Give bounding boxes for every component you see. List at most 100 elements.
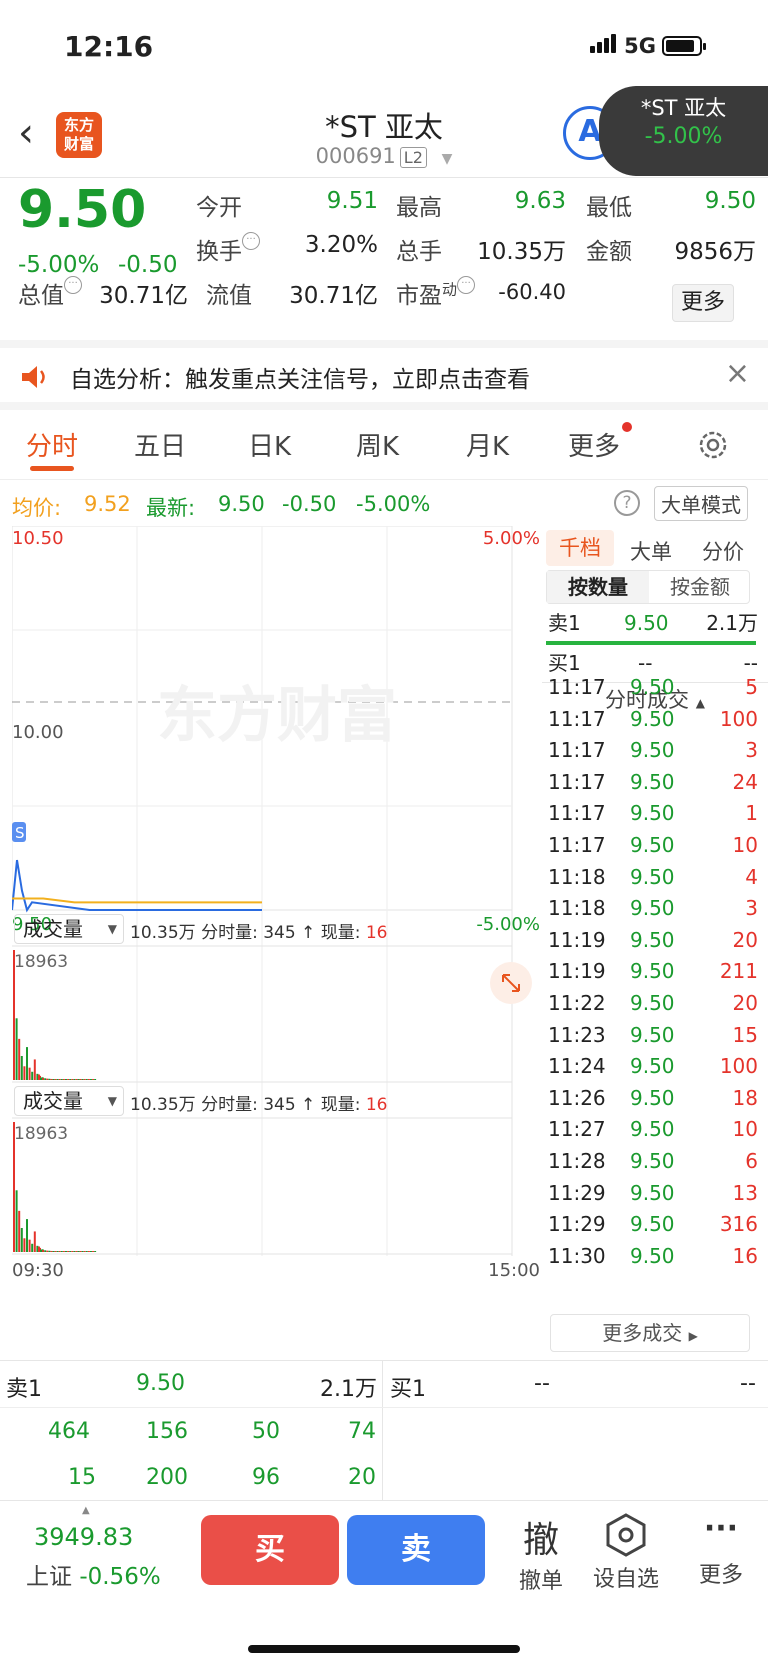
tick-price: 9.50: [630, 896, 675, 921]
volume-bar: [20, 1056, 23, 1080]
low-value: 9.50: [704, 188, 756, 214]
current-price: 9.50: [18, 180, 147, 240]
tick-time: 11:26: [548, 1085, 606, 1110]
volume-bar: [46, 1250, 49, 1252]
volume-bar: [46, 1078, 49, 1080]
volume-bar: [89, 1251, 92, 1252]
divider: [0, 1407, 768, 1408]
tick-price: 9.50: [630, 1117, 675, 1142]
volume-bar: [77, 1251, 80, 1252]
tick-time: 11:23: [548, 1022, 606, 1047]
tick-time: 11:17: [548, 738, 606, 763]
tick-price: 9.50: [630, 832, 675, 857]
index-row[interactable]: 上证 -0.56%: [26, 1557, 161, 1591]
tick-volume: 100: [719, 1054, 758, 1079]
volume-bar: [20, 1228, 23, 1252]
index-value[interactable]: 3949.83: [34, 1523, 133, 1551]
volume-bar: [50, 1078, 53, 1080]
volume-bar: [23, 1066, 26, 1080]
depth-bid-label: 买1: [390, 1377, 426, 1402]
volume-bar: [87, 1079, 90, 1080]
volume-bar: [92, 1079, 95, 1080]
tick-row: 11:17 9.50 1: [548, 798, 760, 830]
tick-price: 9.50: [630, 1054, 675, 1079]
volume-bar: [69, 1079, 72, 1080]
tick-volume: 20: [732, 927, 758, 952]
more-button[interactable]: ··· 更多: [686, 1511, 756, 1589]
tick-volume: 316: [719, 1212, 758, 1237]
tick-price: 9.50: [630, 990, 675, 1015]
float-stock-pct: -5.00%: [644, 124, 723, 149]
close-icon[interactable]: ×: [725, 356, 750, 391]
turnover-value: 3.20%: [304, 232, 378, 258]
cancel-order-button[interactable]: 撤 撤单: [506, 1511, 576, 1595]
notice-bar[interactable]: 自选分析：触发重点关注信号，立即点击查看 ×: [0, 340, 768, 410]
tick-volume: 18: [732, 1085, 758, 1110]
help-icon[interactable]: ?: [614, 490, 640, 516]
battery-icon: [662, 36, 706, 56]
big-order-mode-button[interactable]: 大单模式: [654, 486, 748, 521]
sort-by-amount[interactable]: 按金额: [649, 571, 751, 603]
tab-more[interactable]: 更多: [568, 422, 633, 463]
volume-bar: [71, 1079, 74, 1080]
volume-bar: [58, 1079, 61, 1080]
indicator-select-1[interactable]: 成交量 ▼: [14, 914, 124, 944]
turnover-label: 换手 ···: [196, 232, 260, 266]
info-icon[interactable]: ···: [457, 276, 476, 294]
floating-quote[interactable]: *ST 亚太 -5.00%: [599, 86, 768, 176]
tick-time: 11:18: [548, 864, 606, 889]
volume-bar: [81, 1251, 84, 1252]
mktcap-value: 30.71亿: [99, 283, 188, 309]
more-quote-button[interactable]: 更多: [672, 284, 734, 322]
caret-up-icon: ▲: [82, 1505, 90, 1516]
tab-intraday[interactable]: 分时: [26, 426, 78, 463]
volume-bar: [15, 1190, 18, 1252]
more-ticks-button[interactable]: 更多成交 ▶: [550, 1314, 750, 1352]
tick-row: 11:29 9.50 316: [548, 1209, 760, 1241]
indicator-select-2[interactable]: 成交量 ▼: [14, 1086, 124, 1116]
tab-thousand-level[interactable]: 千档: [546, 530, 614, 566]
open-label: 今开: [196, 195, 242, 221]
volume-bar: [44, 1078, 47, 1080]
intraday-chart[interactable]: 东方财富 10.50 5.00% 10.00 9.50 -5.00% S 09:…: [11, 525, 542, 1360]
tab-daily-k[interactable]: 日K: [248, 426, 291, 463]
tick-time: 11:19: [548, 959, 606, 984]
hexagon-icon: [606, 1513, 646, 1557]
sell-button[interactable]: 卖: [347, 1515, 485, 1585]
more-dots-icon: ···: [703, 1511, 739, 1546]
tick-price: 9.50: [630, 1243, 675, 1268]
pe-label: 市盈动 ···: [396, 276, 476, 310]
order-qty: 50: [252, 1419, 280, 1444]
order-qty: 200: [146, 1465, 188, 1490]
status-time: 12:16: [64, 30, 154, 63]
order-qty: 156: [146, 1419, 188, 1444]
volume-bar: [31, 1071, 34, 1080]
tick-time: 11:29: [548, 1212, 606, 1237]
tab-monthly-k[interactable]: 月K: [466, 426, 509, 463]
signal-icon: [590, 34, 618, 58]
info-icon[interactable]: ···: [242, 232, 260, 250]
expand-icon[interactable]: [490, 962, 532, 1004]
tab-big-order[interactable]: 大单: [630, 536, 672, 566]
y-top-label: 10.50: [12, 528, 64, 549]
buy-button[interactable]: 买: [201, 1515, 339, 1585]
dropdown-icon[interactable]: ▼: [442, 151, 453, 167]
volume-bar: [62, 1079, 65, 1080]
tab-weekly-k[interactable]: 周K: [356, 426, 399, 463]
tab-price-distribution[interactable]: 分价: [702, 536, 744, 566]
volume-bar: [56, 1251, 59, 1252]
info-icon[interactable]: ···: [64, 276, 82, 294]
tick-time: 11:22: [548, 990, 606, 1015]
home-indicator: [248, 1645, 520, 1653]
volume-bar: [62, 1251, 65, 1252]
add-watchlist-button[interactable]: 设自选: [584, 1511, 668, 1593]
tab-five-day[interactable]: 五日: [134, 426, 186, 463]
depth-panel: 卖1 9.50 2.1万 买1 -- -- 464 156 50 74 15 2…: [0, 1360, 768, 1501]
tick-volume: 1: [745, 801, 758, 826]
sort-by-quantity[interactable]: 按数量: [547, 571, 649, 603]
volume-bar: [65, 1251, 67, 1252]
settings-icon[interactable]: [696, 428, 730, 462]
bottom-bar: ▲ 3949.83 上证 -0.56% 买 卖 撤 撤单 设自选 ··· 更多: [0, 1500, 768, 1663]
tick-row: 11:30 9.50 16: [548, 1241, 760, 1273]
tick-time: 11:17: [548, 801, 606, 826]
